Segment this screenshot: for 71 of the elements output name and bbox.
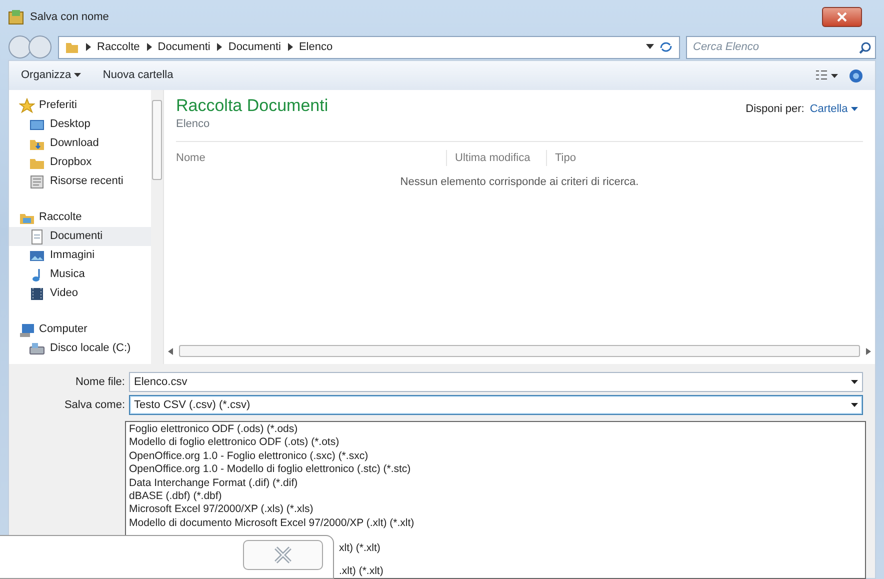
dropdown-option[interactable]: OpenOffice.org 1.0 - Foglio elettronico (.sxc) (*.sxc) <box>129 450 862 464</box>
caret-icon <box>74 73 81 78</box>
folder-icon <box>65 40 79 54</box>
sidebar-item[interactable]: Video <box>9 284 151 303</box>
search-field[interactable]: Cerca Elenco <box>686 36 876 58</box>
chevron-right-icon <box>146 43 152 51</box>
sidebar-item[interactable]: Immagini <box>9 246 151 265</box>
file-name-field[interactable]: Elenco.csv <box>129 372 863 392</box>
sidebar-item[interactable]: Desktop <box>9 115 151 134</box>
new-folder-button[interactable]: Nuova cartella <box>102 67 174 84</box>
window-title: Salva con nome <box>30 10 109 25</box>
film-icon <box>29 286 45 302</box>
sidebar-item[interactable]: Download <box>9 134 151 153</box>
dropdown-caret-icon <box>851 402 858 408</box>
help-icon <box>849 68 863 82</box>
breadcrumb[interactable]: Documenti <box>158 38 210 56</box>
sidebar-item[interactable]: Documenti <box>9 227 151 246</box>
dropdown-option[interactable]: OpenOffice.org 1.0 - Modello di foglio elettronico (.stc) (*.stc) <box>129 463 862 477</box>
vertical-scrollbar[interactable] <box>151 90 163 364</box>
sidebar-item[interactable]: Dropbox <box>9 153 151 172</box>
file-type-dropdown[interactable]: Testo CSV (.csv) (*.csv) <box>129 395 863 415</box>
arrange-label: Disponi per: <box>746 102 804 117</box>
refresh-icon <box>659 40 673 54</box>
view-options-icon <box>816 70 838 82</box>
close-icon <box>837 12 847 22</box>
field-label: Nome file: <box>74 374 126 390</box>
scrollbar-thumb[interactable] <box>152 100 162 180</box>
search-icon <box>859 42 871 54</box>
dropdown-caret-icon <box>851 380 858 384</box>
hard-drive-icon <box>29 340 45 356</box>
dropdown-option[interactable]: Data Interchange Format (.dif) (*.dif) <box>129 476 862 490</box>
library-title: Raccolta Documenti <box>176 96 328 116</box>
sidebar-group[interactable]: Computer <box>9 320 151 339</box>
recent-documents-icon <box>29 174 45 190</box>
sidebar-item[interactable]: Disco locale (C:) <box>9 339 151 358</box>
back-forward-buttons-icon <box>8 35 52 59</box>
address-bar[interactable]: Raccolte Documenti Documenti Elenco <box>58 36 680 58</box>
sidebar-item[interactable]: Risorse recenti <box>9 172 151 191</box>
dropdown-option[interactable]: Modello di foglio elettronico ODF (.ots) (*.ots) <box>129 436 862 450</box>
breadcrumb[interactable]: Documenti <box>228 38 281 56</box>
scroll-left-icon <box>168 348 173 354</box>
field-label: Salva come: <box>63 398 126 413</box>
arrange-dropdown[interactable]: Cartella <box>810 101 858 118</box>
sidebar-item[interactable]: Musica <box>9 265 151 284</box>
dropdown-caret-icon <box>646 44 654 50</box>
scroll-right-icon <box>866 348 871 354</box>
close-icon <box>273 546 293 564</box>
chevron-right-icon <box>216 43 222 51</box>
column-header[interactable]: Ultima modifica <box>446 150 546 166</box>
chevron-right-icon <box>286 43 293 51</box>
library-subtitle: Elenco <box>176 117 211 132</box>
chevron-right-icon <box>85 43 91 51</box>
close-button[interactable] <box>822 7 862 27</box>
sidebar-group[interactable]: Preferiti <box>9 96 151 115</box>
breadcrumb[interactable]: Raccolte <box>97 38 140 56</box>
document-icon <box>29 228 45 244</box>
dropdown-option[interactable]: Modello di documento Microsoft Excel 97/2000/XP (.xlt) (*.xlt) <box>129 516 862 530</box>
horizontal-scrollbar-thumb[interactable] <box>179 345 860 357</box>
dropdown-option[interactable]: Microsoft Excel 97/2000/XP (.xls) (*.xls) <box>129 503 862 517</box>
computer-icon <box>19 322 35 338</box>
column-header[interactable]: Nome <box>176 150 446 166</box>
star-icon <box>19 98 35 114</box>
caret-icon <box>850 106 858 112</box>
column-header[interactable]: Tipo <box>546 150 646 166</box>
breadcrumb[interactable]: Elenco <box>298 38 333 56</box>
empty-message: Nessun elemento corrisponde ai criteri di ricerca. <box>399 175 640 190</box>
sidebar-group[interactable]: Raccolte <box>9 208 151 227</box>
dropdown-option[interactable]: Foglio elettronico ODF (.ods) (*.ods) <box>129 423 862 436</box>
organize-button[interactable]: Organizza <box>21 67 81 84</box>
dropdown-option[interactable]: dBASE (.dbf) (*.dbf) <box>129 490 862 504</box>
save-window-icon <box>8 9 24 25</box>
